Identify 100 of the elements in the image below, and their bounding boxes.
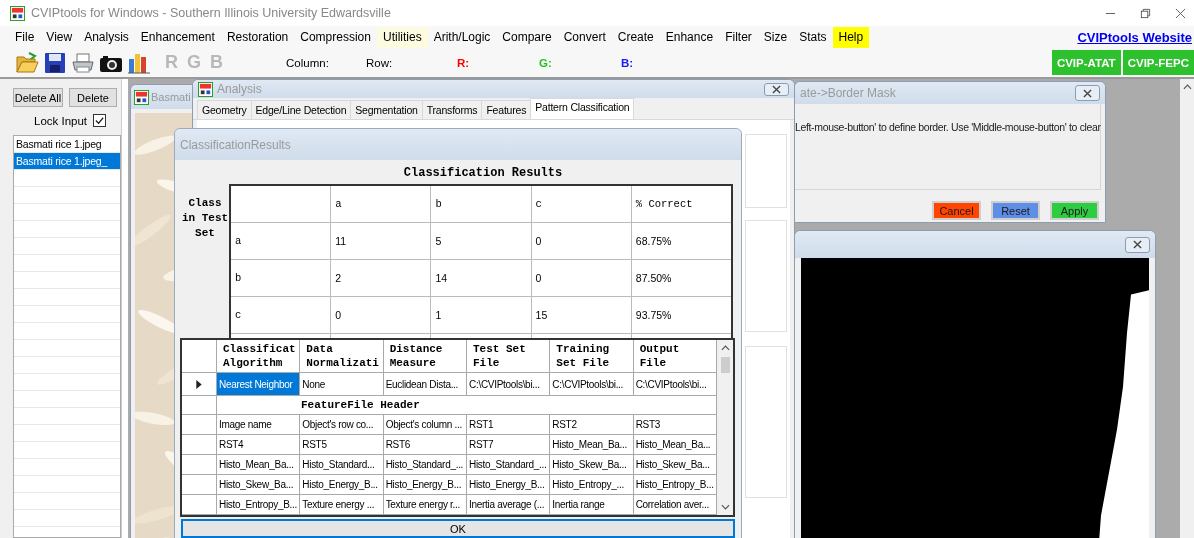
table-cell: Histo_Mean_Ba...: [550, 435, 634, 455]
ok-button[interactable]: OK: [181, 519, 735, 538]
menu-item[interactable]: Compression: [294, 26, 377, 48]
results-heading: Classification Results: [402, 165, 564, 182]
column-header: Training Set File: [550, 340, 634, 373]
menu-item[interactable]: Analysis: [78, 26, 135, 48]
table-cell: 0: [531, 223, 632, 259]
lock-input-checkbox[interactable]: [93, 114, 107, 127]
table-cell: RST2: [550, 415, 634, 435]
file-list-item[interactable]: Basmati rice 1.jpeg_: [14, 153, 120, 170]
table-cell[interactable]: C:\CVIPtools\bi...: [467, 373, 551, 396]
table-cell[interactable]: Nearest Neighbor: [217, 373, 301, 396]
printer-icon[interactable]: [71, 50, 95, 75]
table-cell: Histo_Mean_Ba...: [217, 455, 301, 475]
restore-icon[interactable]: [1140, 7, 1151, 19]
lock-input-label: Lock Input: [34, 114, 88, 127]
row-header[interactable]: [182, 373, 217, 396]
tab[interactable]: Segmentation: [350, 100, 423, 119]
delete-button[interactable]: Delete: [69, 88, 117, 107]
website-link[interactable]: CVIPtools Website: [1077, 29, 1194, 45]
menu-item[interactable]: Enhancement: [134, 26, 221, 48]
window-title: Analysis: [217, 82, 262, 96]
menu-item[interactable]: Stats: [793, 26, 833, 48]
table-cell: 2: [331, 260, 432, 296]
table-cell-text: 68.75%: [634, 234, 673, 249]
menu-item[interactable]: Utilities: [376, 26, 428, 48]
window-title: ClassificationResults: [180, 137, 291, 152]
action-button[interactable]: Cancel: [932, 201, 981, 220]
table-cell: 15: [531, 297, 632, 333]
tab[interactable]: Geometry: [197, 100, 252, 119]
column-header: Data Normalizati: [300, 340, 384, 373]
scroll-down-icon[interactable]: [720, 504, 730, 510]
menu-item[interactable]: Create: [611, 26, 660, 48]
menu-item[interactable]: View: [40, 26, 79, 48]
table-cell: RST7: [467, 435, 551, 455]
table-cell: 11: [331, 223, 432, 259]
tab[interactable]: Pattern Classification: [530, 98, 635, 119]
table-cell: Histo_Energy_B...: [300, 475, 384, 495]
close-icon: [772, 84, 781, 94]
action-button[interactable]: Reset: [991, 201, 1040, 220]
table-cell: Histo_Energy_B...: [467, 475, 551, 495]
menu-item[interactable]: File: [9, 26, 41, 48]
table-cell: Histo_Entropy_B...: [217, 495, 301, 515]
readout-label: Column:: [286, 56, 330, 69]
section-title: FeatureFile Header: [301, 399, 420, 411]
table-cell: Histo_Mean_Ba...: [633, 435, 717, 455]
table-cell-text: 93.75%: [634, 308, 673, 323]
menu-item[interactable]: Restoration: [220, 26, 295, 48]
table-cell: 0: [331, 297, 432, 333]
action-button[interactable]: Apply: [1050, 201, 1099, 220]
readout-label: B:: [621, 56, 635, 69]
row-header: [182, 475, 217, 495]
table-cell: Histo_Entropy_...: [550, 475, 634, 495]
table-cell[interactable]: None: [300, 373, 384, 396]
column-header: Classificat Algorithm: [217, 340, 301, 373]
scroll-up-icon[interactable]: [1182, 84, 1192, 90]
row-header: b: [231, 260, 332, 296]
menu-item[interactable]: Size: [757, 26, 794, 48]
readout-label: Row:: [366, 56, 394, 69]
save-icon[interactable]: [43, 50, 67, 75]
close-button[interactable]: [1125, 236, 1150, 253]
table-cell: RST3: [633, 415, 717, 435]
table-cell: 14: [431, 260, 532, 296]
menu-item[interactable]: Help: [832, 26, 870, 48]
menu-item[interactable]: Filter: [719, 26, 758, 48]
row-header: c: [231, 297, 332, 333]
readout-label: R:: [457, 56, 471, 69]
row-header: [182, 435, 217, 455]
row-axis-label: Class in Test Set: [181, 196, 229, 241]
table-cell: Object's row co...: [300, 415, 384, 435]
table-cell: Histo_Skew_Ba...: [633, 455, 717, 475]
table-cell: 5: [431, 223, 532, 259]
table-cell: RST6: [383, 435, 467, 455]
table-cell[interactable]: C:\CVIPtools\bi...: [550, 373, 634, 396]
delete-button[interactable]: Delete All: [13, 88, 63, 107]
column-header: Test Set File: [467, 340, 551, 373]
scroll-up-icon[interactable]: [720, 345, 730, 351]
table-cell: Histo_Skew_Ba...: [217, 475, 301, 495]
table-cell: RST1: [467, 415, 551, 435]
menu-item[interactable]: Arith/Logic: [427, 26, 497, 48]
menu-item[interactable]: Compare: [496, 26, 558, 48]
row-header: [182, 455, 217, 475]
row-header: [182, 495, 217, 515]
scrollbar[interactable]: [1180, 79, 1194, 538]
table-cell: Histo_Standard_...: [383, 455, 467, 475]
close-button[interactable]: [1075, 85, 1100, 101]
column-header: Distance Measure: [383, 340, 467, 373]
close-button[interactable]: [764, 82, 789, 96]
table-cell: RST4: [217, 435, 301, 455]
menu-item[interactable]: Enhance: [659, 26, 720, 48]
menu-item[interactable]: Convert: [557, 26, 612, 48]
tab[interactable]: Edge/Line Detection: [250, 100, 352, 119]
app-icon: [10, 5, 25, 21]
close-icon[interactable]: [1175, 7, 1186, 19]
table-cell[interactable]: Euclidean Dista...: [383, 373, 467, 396]
close-icon: [1083, 88, 1092, 98]
window-title: ate->Border Mask: [800, 86, 896, 100]
scroll-thumb[interactable]: [720, 357, 730, 373]
close-icon: [1133, 240, 1142, 249]
table-cell[interactable]: C:\CVIPtools\bi...: [633, 373, 717, 396]
